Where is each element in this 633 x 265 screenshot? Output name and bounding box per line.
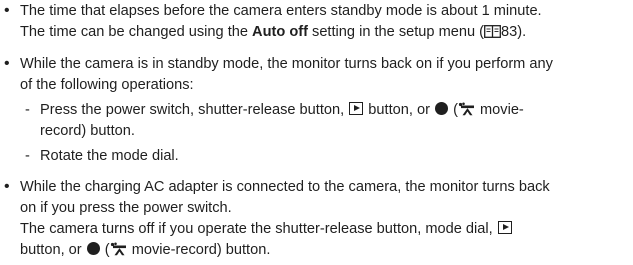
- bullet-item-ac-adapter: • While the charging AC adapter is conne…: [0, 177, 633, 265]
- sub-item-1-line-2: record) button.: [40, 123, 135, 139]
- bullet-3-line-4: button, or ( movie-record) button.: [20, 242, 271, 258]
- bullet-2-line-2: of the following operations:: [20, 77, 194, 93]
- bullet-2-line-1: While the camera is in standby mode, the…: [20, 56, 553, 72]
- page-reference: 83).: [501, 24, 527, 40]
- bullet-3-line-3: The camera turns off if you operate the …: [20, 219, 513, 239]
- movie-record-icon: [110, 242, 126, 256]
- record-dot-icon: [435, 102, 449, 115]
- auto-off-setting-name: Auto off: [252, 24, 308, 40]
- manual-page: • The time that elapses before the camer…: [0, 0, 633, 265]
- record-dot-icon: [86, 242, 100, 255]
- sub-item-dash: -: [25, 148, 30, 164]
- movie-record-icon: [458, 102, 474, 116]
- bullet-1-line-2: The time can be changed using the Auto o…: [20, 24, 527, 40]
- sub-item-dash: -: [25, 102, 30, 118]
- playback-icon: [349, 102, 364, 115]
- playback-icon: [497, 221, 512, 234]
- bullet-item-standby-wake: • While the camera is in standby mode, t…: [0, 54, 633, 164]
- bullet-3-line-2: on if you press the power switch.: [20, 200, 232, 216]
- bullet-item-standby-time: • The time that elapses before the camer…: [0, 1, 633, 43]
- bullet-mark: •: [4, 55, 10, 72]
- bullet-3-line-1: While the charging AC adapter is connect…: [20, 179, 550, 195]
- bullet-mark: •: [4, 178, 10, 195]
- bullet-mark: •: [4, 2, 10, 19]
- sub-item-2: Rotate the mode dial.: [40, 148, 179, 164]
- sub-item-1-line-1: Press the power switch, shutter-release …: [40, 102, 524, 118]
- book-ref-icon: [484, 25, 501, 38]
- bullet-1-line-1: The time that elapses before the camera …: [20, 3, 542, 19]
